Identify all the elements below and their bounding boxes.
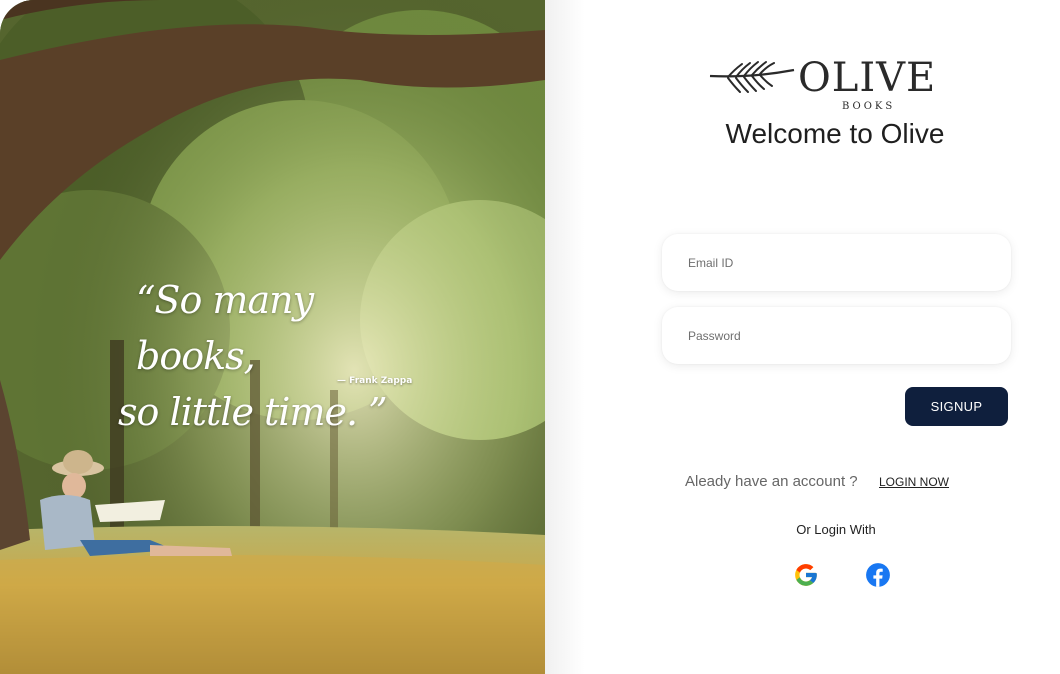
signup-button[interactable]: SIGNUP: [905, 387, 1008, 426]
olive-branch-icon: [709, 61, 795, 93]
google-icon: [795, 564, 817, 586]
quote-author: — Frank Zappa: [337, 376, 413, 386]
page-title: Welcome to Olive: [725, 118, 945, 149]
quote-line-2: so little time. ”: [118, 390, 388, 434]
logo-wordmark: OLIVE: [798, 55, 937, 101]
quote-line-1: “So many books,: [136, 278, 314, 378]
or-login-with-label: Or Login With: [796, 522, 876, 537]
panel-divider-shadow: [545, 0, 585, 674]
password-field[interactable]: [662, 307, 1011, 364]
account-prompt: Aleady have an account ?: [685, 473, 858, 490]
hero-quote: “So many books, so little time. ”: [118, 272, 418, 440]
hero-image-panel: “So many books, so little time. ” — Fran…: [0, 0, 545, 674]
or-login-with-row: Or Login With: [0, 522, 1060, 537]
welcome-heading-row: Welcome to Olive: [0, 118, 1060, 150]
facebook-login-button[interactable]: [865, 562, 891, 588]
olive-books-logo: OLIVE BOOKS: [706, 56, 942, 116]
signup-page: “So many books, so little time. ” — Fran…: [0, 0, 1060, 674]
email-field[interactable]: [662, 234, 1011, 291]
login-now-link[interactable]: LOGIN NOW: [879, 475, 949, 489]
facebook-icon: [866, 563, 890, 587]
logo-subtitle: BOOKS: [842, 101, 896, 112]
google-login-button[interactable]: [793, 562, 819, 588]
